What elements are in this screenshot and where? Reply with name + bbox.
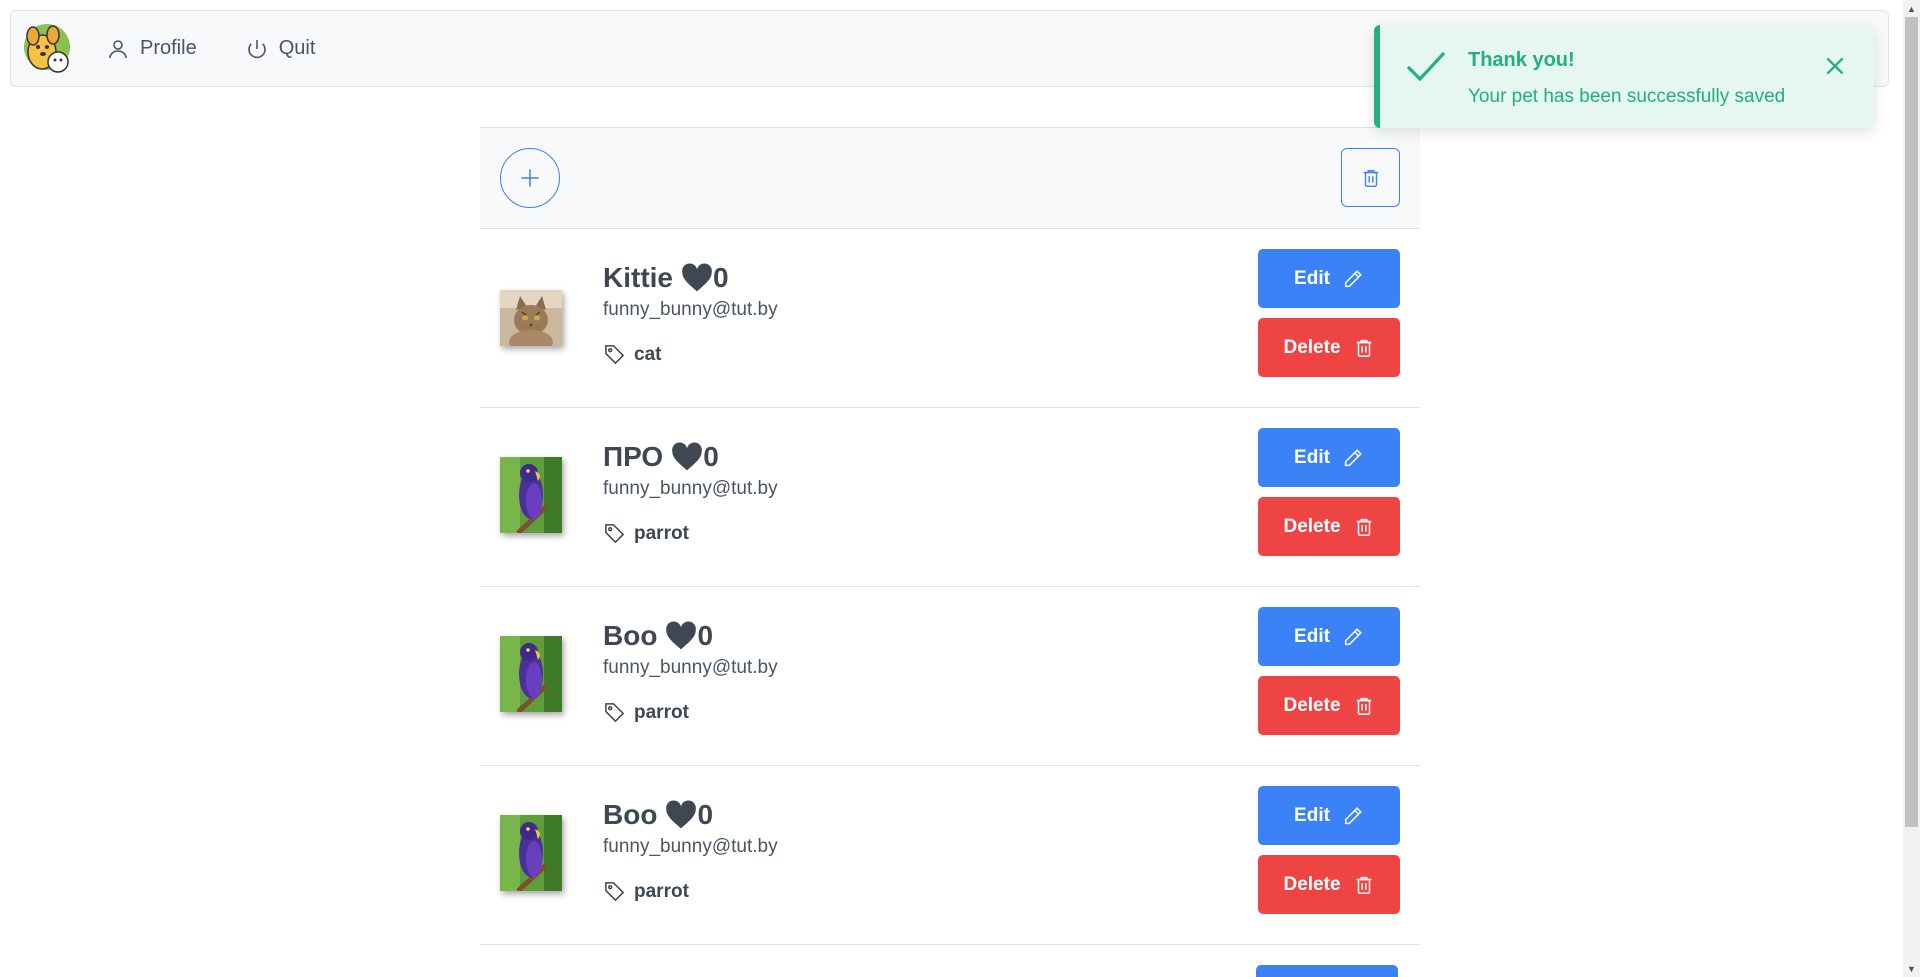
- delete-button-label: Delete: [1283, 515, 1341, 537]
- trash-icon: [1356, 697, 1371, 715]
- delete-button[interactable]: Delete: [1258, 676, 1400, 735]
- toast-close-button[interactable]: [1822, 53, 1848, 79]
- likes-count: 0: [713, 262, 729, 293]
- pet-name: Boo: [603, 620, 658, 651]
- tag-icon: [605, 882, 625, 902]
- vertical-scrollbar[interactable]: ▲ ▼: [1903, 0, 1920, 977]
- trash-icon: [1356, 518, 1371, 536]
- pet-row: Boo 0 funny_bunny@tut.by parrot Edit Del…: [480, 766, 1420, 945]
- nav-quit-link[interactable]: Quit: [245, 37, 316, 61]
- edit-button[interactable]: Edit: [1258, 786, 1400, 845]
- pet-tag-label: parrot: [634, 701, 689, 723]
- delete-button[interactable]: Delete: [1258, 497, 1400, 556]
- pet-photo[interactable]: [500, 815, 562, 891]
- pet-tag: parrot: [603, 522, 778, 545]
- pencil-icon: [1344, 806, 1362, 824]
- pet-photo[interactable]: [500, 457, 562, 533]
- scroll-down-icon[interactable]: ▼: [1903, 960, 1920, 977]
- scrollbar-thumb[interactable]: [1905, 17, 1918, 827]
- bulk-delete-button[interactable]: [1341, 148, 1400, 207]
- parrot-photo-icon: [500, 457, 562, 533]
- close-icon: [1826, 57, 1844, 75]
- pet-title: Boo 0: [603, 619, 778, 653]
- pet-owner-email: funny_bunny@tut.by: [603, 657, 778, 678]
- pet-tag-label: parrot: [634, 880, 689, 902]
- toast-title: Thank you!: [1468, 49, 1575, 71]
- heart-icon[interactable]: [681, 263, 713, 293]
- delete-button[interactable]: Delete: [1258, 318, 1400, 377]
- pencil-icon: [1344, 627, 1362, 645]
- pet-title: Boo 0: [603, 798, 778, 832]
- user-icon: [109, 39, 127, 58]
- likes-count: 0: [697, 620, 714, 651]
- pet-owner-email: funny_bunny@tut.by: [603, 836, 778, 857]
- nav-quit-label: Quit: [278, 37, 316, 59]
- pets-page: Profile Quit Kittie 0 funny_bunny@tut.by…: [0, 0, 1920, 977]
- parrot-photo-icon: [500, 636, 562, 712]
- edit-button-label: Edit: [1294, 804, 1330, 826]
- edit-button[interactable]: [1256, 965, 1398, 977]
- pet-owner-email: funny_bunny@tut.by: [603, 478, 778, 499]
- pet-info: Kittie 0 funny_bunny@tut.by cat: [603, 261, 778, 366]
- pet-name: Boo: [603, 799, 658, 830]
- trash-icon: [1356, 876, 1371, 894]
- pet-photo[interactable]: [500, 290, 562, 346]
- delete-button-label: Delete: [1283, 336, 1341, 358]
- heart-icon[interactable]: [671, 442, 703, 472]
- delete-button[interactable]: Delete: [1258, 855, 1400, 914]
- pet-name: Kittie: [603, 262, 673, 293]
- power-icon: [247, 39, 266, 58]
- trash-icon: [1363, 169, 1378, 187]
- edit-button[interactable]: Edit: [1258, 249, 1400, 308]
- pet-tag: parrot: [603, 701, 778, 724]
- heart-icon[interactable]: [665, 800, 697, 830]
- pet-title: ПРО 0: [603, 440, 778, 474]
- pet-name: ПРО: [603, 441, 664, 472]
- edit-button-label: Edit: [1294, 446, 1330, 468]
- tag-icon: [605, 703, 625, 723]
- pet-info: Boo 0 funny_bunny@tut.by parrot: [603, 798, 778, 903]
- nav-profile-label: Profile: [140, 37, 197, 59]
- pencil-icon: [1344, 448, 1362, 466]
- pet-row: Boo 0 funny_bunny@tut.by parrot Edit Del…: [480, 587, 1420, 766]
- plus-icon: [521, 169, 539, 187]
- delete-button-label: Delete: [1283, 873, 1341, 895]
- pet-tag: cat: [603, 343, 778, 366]
- pet-title: Kittie 0: [603, 261, 778, 295]
- pet-info: ПРО 0 funny_bunny@tut.by parrot: [603, 440, 778, 545]
- pet-owner-email: funny_bunny@tut.by: [603, 299, 778, 320]
- pets-toolbar: [480, 127, 1420, 229]
- tag-icon: [605, 345, 625, 365]
- trash-icon: [1356, 339, 1371, 357]
- pet-photo[interactable]: [500, 636, 562, 712]
- add-pet-button[interactable]: [500, 148, 560, 208]
- pet-tag-label: cat: [634, 343, 662, 365]
- pets-logo-icon[interactable]: [20, 22, 74, 76]
- check-icon: [1406, 51, 1446, 82]
- pet-list: Kittie 0 funny_bunny@tut.by cat Edit Del…: [480, 229, 1420, 945]
- pet-row: ПРО 0 funny_bunny@tut.by parrot Edit Del…: [480, 408, 1420, 587]
- parrot-photo-icon: [500, 815, 562, 891]
- delete-button-label: Delete: [1283, 694, 1341, 716]
- pet-row: Kittie 0 funny_bunny@tut.by cat Edit Del…: [480, 229, 1420, 408]
- likes-count: 0: [703, 441, 719, 472]
- pet-tag: parrot: [603, 880, 778, 903]
- edit-button[interactable]: Edit: [1258, 607, 1400, 666]
- heart-icon[interactable]: [665, 621, 697, 651]
- cat-photo-icon: [500, 290, 562, 346]
- pet-tag-label: parrot: [634, 522, 689, 544]
- nav-profile-link[interactable]: Profile: [106, 37, 197, 61]
- likes-count: 0: [697, 799, 714, 830]
- success-toast: Thank you! Your pet has been successfull…: [1374, 25, 1874, 128]
- edit-button-label: Edit: [1294, 625, 1330, 647]
- pet-info: Boo 0 funny_bunny@tut.by parrot: [603, 619, 778, 724]
- tag-icon: [605, 524, 625, 544]
- edit-button[interactable]: Edit: [1258, 428, 1400, 487]
- pencil-icon: [1344, 269, 1362, 287]
- edit-button-label: Edit: [1294, 267, 1330, 289]
- scroll-up-icon[interactable]: ▲: [1903, 0, 1920, 17]
- toast-message: Your pet has been successfully saved: [1468, 86, 1786, 107]
